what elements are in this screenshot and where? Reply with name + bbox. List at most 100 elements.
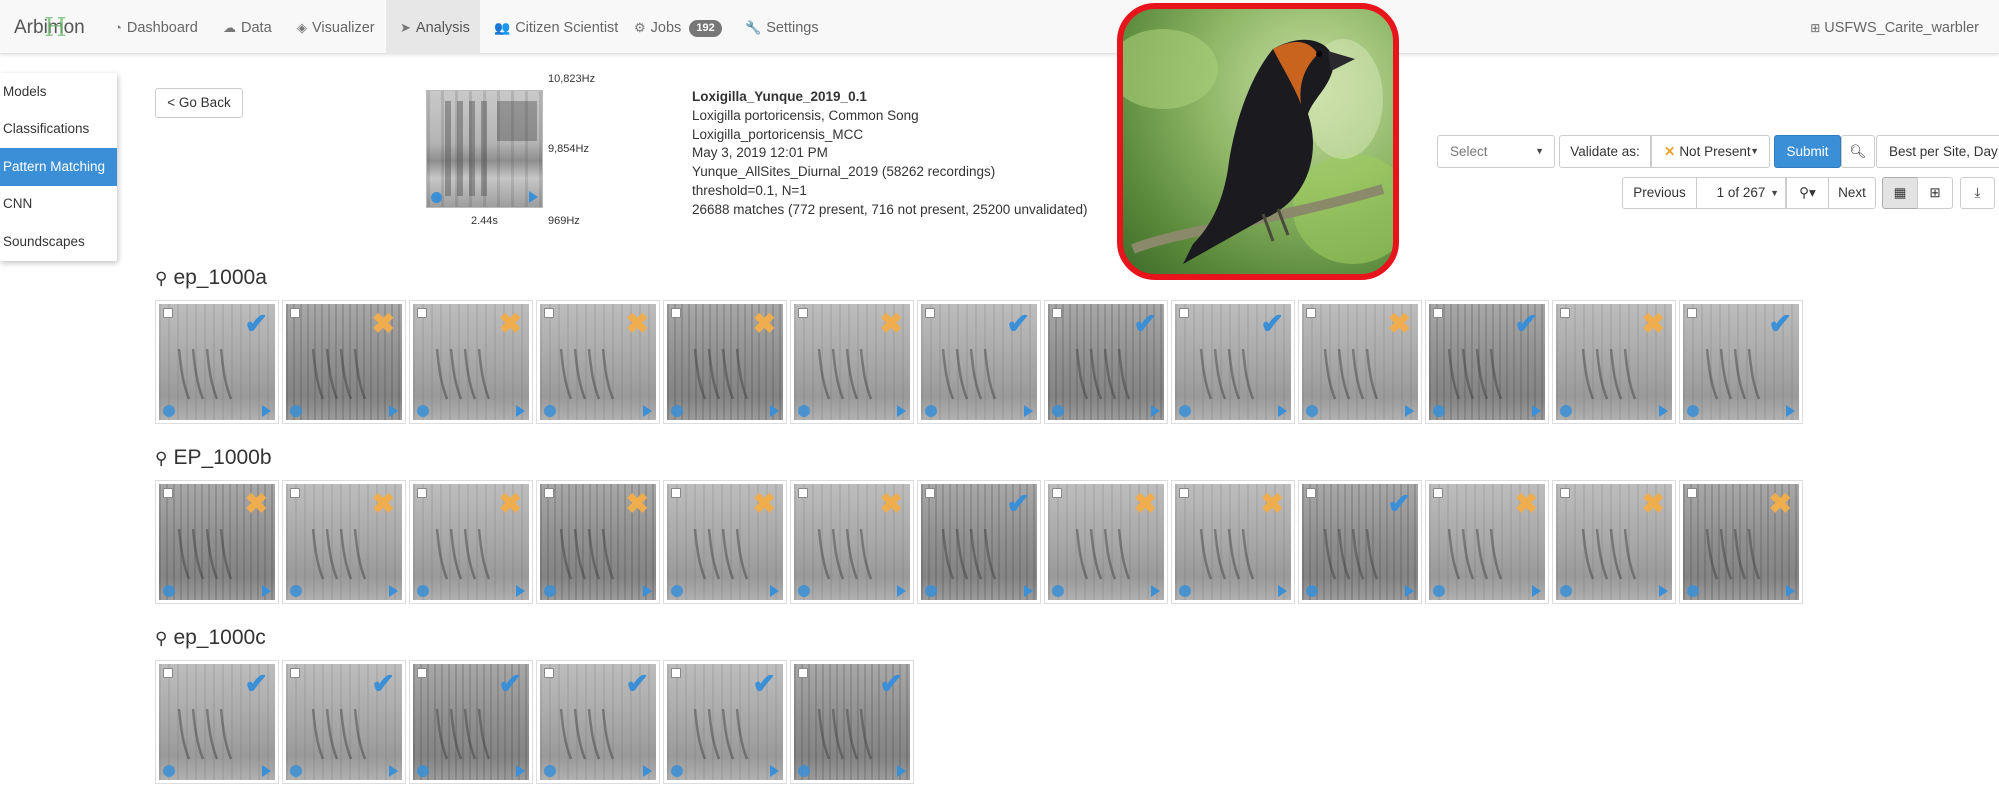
- submit-button[interactable]: Submit: [1774, 135, 1841, 168]
- match-spectrogram[interactable]: ✔: [921, 484, 1037, 600]
- match-spectrogram[interactable]: ✔: [794, 664, 910, 780]
- brand-logo[interactable]: Arbimon H: [14, 13, 85, 43]
- side-item-classifications[interactable]: Classifications: [0, 110, 117, 148]
- match-spectrogram[interactable]: ✔: [1302, 484, 1418, 600]
- match-spectrogram[interactable]: ✖: [1556, 304, 1672, 420]
- select-checkbox[interactable]: [798, 308, 808, 318]
- select-checkbox[interactable]: [1433, 308, 1443, 318]
- match-spectrogram[interactable]: ✖: [1556, 484, 1672, 600]
- side-item-soundscapes[interactable]: Soundscapes: [0, 223, 117, 261]
- match-tile[interactable]: ✖: [1425, 480, 1549, 604]
- location-icon[interactable]: [1433, 405, 1445, 417]
- play-icon[interactable]: [1786, 585, 1795, 597]
- match-tile[interactable]: ✔: [155, 660, 279, 784]
- location-icon[interactable]: [1687, 585, 1699, 597]
- go-back-button[interactable]: < Go Back: [155, 88, 243, 118]
- match-spectrogram[interactable]: ✔: [159, 304, 275, 420]
- location-icon[interactable]: [290, 585, 302, 597]
- select-checkbox[interactable]: [163, 668, 173, 678]
- match-spectrogram[interactable]: ✖: [794, 304, 910, 420]
- match-spectrogram[interactable]: ✖: [540, 304, 656, 420]
- match-tile[interactable]: ✖: [282, 480, 406, 604]
- match-tile[interactable]: ✖: [409, 300, 533, 424]
- match-spectrogram[interactable]: ✖: [1302, 304, 1418, 420]
- select-checkbox[interactable]: [1306, 308, 1316, 318]
- select-checkbox[interactable]: [163, 308, 173, 318]
- location-icon[interactable]: [1306, 405, 1318, 417]
- search-button[interactable]: 🔍︎: [1841, 135, 1875, 168]
- match-spectrogram[interactable]: ✔: [1048, 304, 1164, 420]
- location-icon[interactable]: [1179, 405, 1191, 417]
- play-icon[interactable]: [516, 405, 525, 417]
- template-spectrogram[interactable]: [426, 90, 543, 208]
- location-icon[interactable]: [417, 585, 429, 597]
- location-icon[interactable]: [544, 585, 556, 597]
- select-dropdown[interactable]: Select ▼: [1437, 135, 1555, 168]
- match-spectrogram[interactable]: ✖: [1683, 484, 1799, 600]
- play-icon[interactable]: [1532, 585, 1541, 597]
- play-icon[interactable]: [643, 405, 652, 417]
- play-icon[interactable]: [643, 585, 652, 597]
- nav-analysis[interactable]: ➤ Analysis: [386, 0, 480, 54]
- location-icon[interactable]: [290, 405, 302, 417]
- play-icon[interactable]: [1786, 405, 1795, 417]
- match-tile[interactable]: ✖: [663, 300, 787, 424]
- nav-dashboard[interactable]: ◔ Dashboard: [100, 0, 212, 54]
- match-tile[interactable]: ✔: [790, 660, 914, 784]
- select-checkbox[interactable]: [1560, 488, 1570, 498]
- location-icon[interactable]: [290, 765, 302, 777]
- play-icon[interactable]: [1024, 405, 1033, 417]
- play-icon[interactable]: [1278, 585, 1287, 597]
- play-icon[interactable]: [262, 765, 271, 777]
- site-filter-button[interactable]: ⚲▾: [1786, 177, 1829, 209]
- play-icon[interactable]: [897, 765, 906, 777]
- location-icon[interactable]: [1306, 585, 1318, 597]
- location-icon[interactable]: [163, 585, 175, 597]
- large-grid-view-button[interactable]: ▦: [1882, 177, 1918, 209]
- nav-data[interactable]: ☁ Data: [209, 0, 286, 54]
- play-icon[interactable]: [1405, 405, 1414, 417]
- match-tile[interactable]: ✔: [282, 660, 406, 784]
- select-checkbox[interactable]: [1306, 488, 1316, 498]
- match-spectrogram[interactable]: ✖: [286, 484, 402, 600]
- match-tile[interactable]: ✖: [1298, 300, 1422, 424]
- match-spectrogram[interactable]: ✔: [1429, 304, 1545, 420]
- select-checkbox[interactable]: [671, 488, 681, 498]
- match-tile[interactable]: ✖: [1552, 300, 1676, 424]
- location-icon[interactable]: [417, 765, 429, 777]
- match-tile[interactable]: ✔: [917, 300, 1041, 424]
- page-selector[interactable]: 1 of 267 ▼: [1696, 177, 1786, 209]
- play-icon[interactable]: [389, 765, 398, 777]
- match-spectrogram[interactable]: ✖: [159, 484, 275, 600]
- nav-visualizer[interactable]: ◈ Visualizer: [283, 0, 389, 54]
- match-tile[interactable]: ✔: [1679, 300, 1803, 424]
- play-icon[interactable]: [516, 585, 525, 597]
- select-checkbox[interactable]: [290, 308, 300, 318]
- select-checkbox[interactable]: [671, 668, 681, 678]
- match-tile[interactable]: ✔: [536, 660, 660, 784]
- play-icon[interactable]: [1024, 585, 1033, 597]
- previous-page-button[interactable]: Previous: [1622, 177, 1697, 209]
- play-icon[interactable]: [389, 405, 398, 417]
- match-tile[interactable]: ✔: [663, 660, 787, 784]
- play-icon[interactable]: [1659, 585, 1668, 597]
- validation-value-dropdown[interactable]: ✕ Not Present ▼: [1651, 135, 1770, 168]
- match-tile[interactable]: ✔: [1425, 300, 1549, 424]
- nav-jobs[interactable]: ⚙ Jobs 192: [620, 0, 736, 54]
- location-icon[interactable]: [798, 585, 810, 597]
- play-icon[interactable]: [643, 765, 652, 777]
- select-checkbox[interactable]: [798, 488, 808, 498]
- match-tile[interactable]: ✖: [1679, 480, 1803, 604]
- location-icon[interactable]: [798, 765, 810, 777]
- sort-dropdown[interactable]: Best per Site, Day: [1876, 135, 1999, 168]
- play-icon[interactable]: [1532, 405, 1541, 417]
- play-icon[interactable]: [1278, 405, 1287, 417]
- select-checkbox[interactable]: [290, 488, 300, 498]
- match-tile[interactable]: ✖: [409, 480, 533, 604]
- location-icon[interactable]: [1179, 585, 1191, 597]
- location-icon[interactable]: [1560, 585, 1572, 597]
- play-icon[interactable]: [262, 405, 271, 417]
- play-icon[interactable]: [897, 405, 906, 417]
- match-tile[interactable]: ✖: [1552, 480, 1676, 604]
- download-button[interactable]: ⤓: [1960, 177, 1995, 209]
